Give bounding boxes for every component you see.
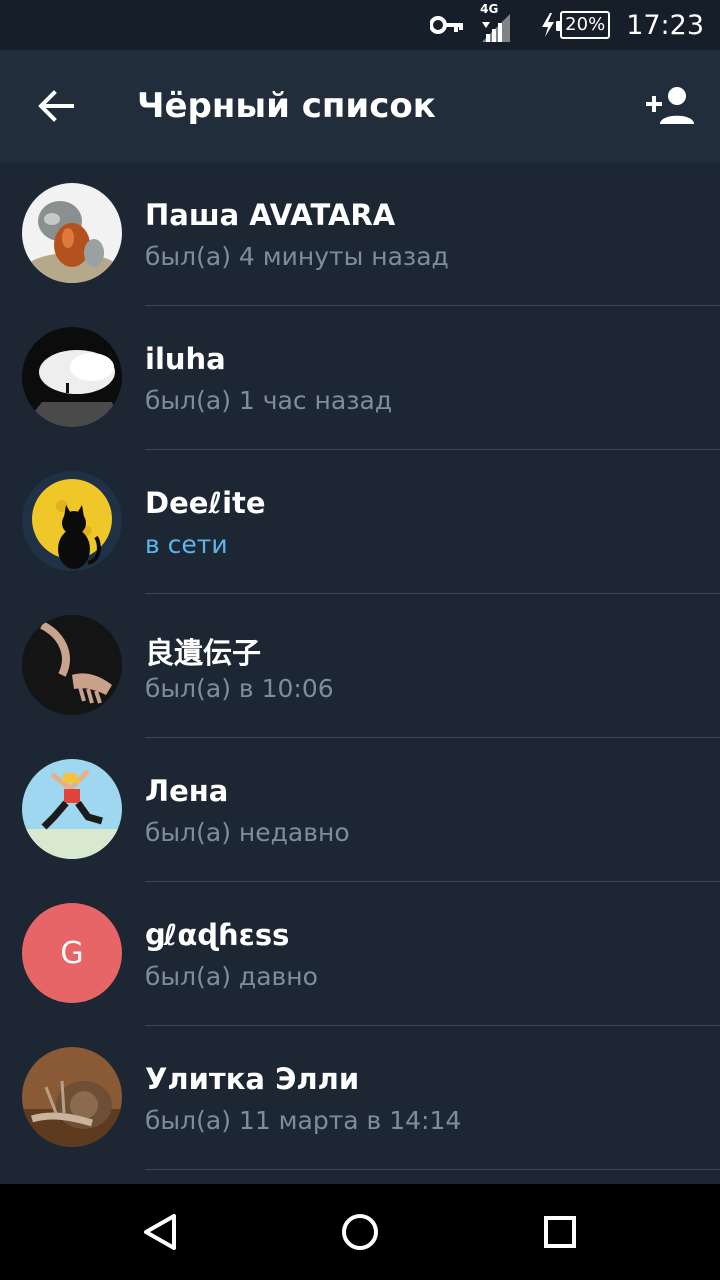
contact-name: ցℓαɖɦɛss [145,918,290,952]
contact-name: Улитка Элли [145,1062,360,1096]
avatar [22,471,122,571]
circle-home-icon[interactable] [336,1208,384,1256]
avatar [22,615,122,715]
triangle-back-icon[interactable] [136,1208,184,1256]
list-item[interactable]: Паша AVATARA был(а) 4 минуты назад [0,162,720,306]
contact-name: Лена [145,774,229,808]
bolt-icon [542,13,555,37]
avatar [22,327,122,427]
app-bar: Чёрный список [0,50,720,162]
arrow-left-icon[interactable] [36,86,76,126]
avatar [22,759,122,859]
list-item[interactable]: 良遺伝子 был(а) в 10:06 [0,594,720,738]
contact-name: Паша AVATARA [145,198,396,232]
clock: 17:23 [626,9,704,41]
list-item[interactable]: G ցℓαɖɦɛss был(а) давно [0,882,720,1026]
last-seen: был(а) 11 марта в 14:14 [145,1106,462,1135]
avatar: G [22,903,122,1003]
contact-name: Deeℓite [145,486,266,520]
online-status: в сети [145,530,228,559]
blocked-users-list: Паша AVATARA был(а) 4 минуты назад iluha… [0,162,720,1184]
last-seen: был(а) недавно [145,818,350,847]
last-seen: был(а) в 10:06 [145,674,334,703]
last-seen: был(а) давно [145,962,318,991]
signal-icon: 4G [480,2,514,42]
last-seen: был(а) 4 минуты назад [145,242,449,271]
battery-indicator: 20% [556,11,611,39]
status-bar: 4G 20% 17:23 [0,0,720,50]
list-item[interactable]: Deeℓite в сети [0,450,720,594]
avatar [22,1047,122,1147]
avatar-initial: G [60,935,84,971]
contact-name: iluha [145,342,226,376]
square-recents-icon[interactable] [536,1208,584,1256]
system-navigation-bar [0,1184,720,1280]
list-item[interactable]: Улитка Элли был(а) 11 марта в 14:14 [0,1026,720,1170]
person-add-icon[interactable] [646,84,694,128]
divider [145,1169,720,1170]
list-item[interactable]: Лена был(а) недавно [0,738,720,882]
contact-name: 良遺伝子 [145,636,262,670]
page-title: Чёрный список [137,86,436,126]
last-seen: был(а) 1 час назад [145,386,393,415]
list-item[interactable]: iluha был(а) 1 час назад [0,306,720,450]
key-icon [430,16,464,34]
avatar [22,183,122,283]
